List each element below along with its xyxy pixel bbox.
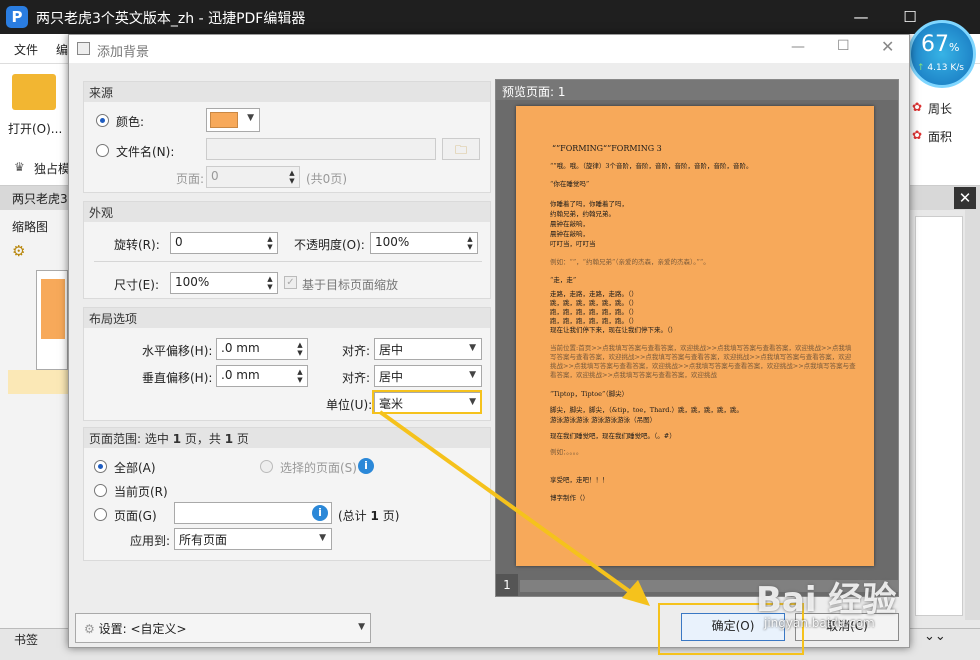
watermark-url: jingyan.baidu.com (764, 616, 875, 630)
annotation-arrow (378, 410, 650, 606)
arrow-line (378, 410, 638, 598)
baidu-watermark: Bai 经验 (756, 580, 897, 620)
arrow-head (622, 580, 650, 606)
